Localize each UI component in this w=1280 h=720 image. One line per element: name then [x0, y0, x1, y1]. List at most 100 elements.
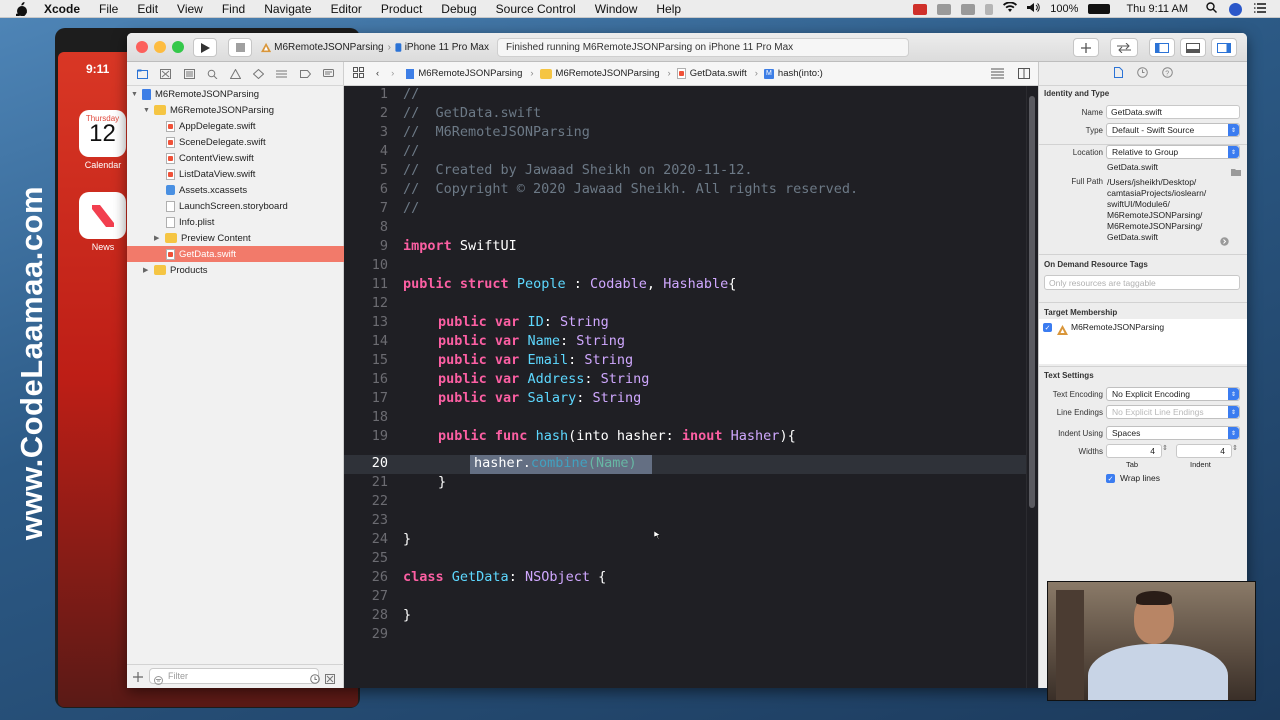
notification-center-icon[interactable]: [1254, 2, 1266, 16]
indent-width-stepper[interactable]: ⇕: [1232, 444, 1238, 452]
window-close-button[interactable]: [136, 41, 148, 53]
news-app-icon[interactable]: [79, 192, 126, 239]
line-endings-popup[interactable]: No Explicit Line Endings ⇕: [1106, 405, 1240, 419]
choose-location-folder-icon[interactable]: [1231, 163, 1241, 181]
scm-filter-icon[interactable]: [325, 671, 335, 688]
odr-tags-field[interactable]: Only resources are taggable: [1044, 275, 1240, 290]
toggle-navigator-button[interactable]: [1149, 38, 1175, 57]
tree-item-file[interactable]: SceneDelegate.swift: [127, 134, 344, 150]
menu-product[interactable]: Product: [381, 2, 422, 16]
menu-editor[interactable]: Editor: [331, 2, 362, 16]
disclosure-open-icon[interactable]: ▼: [131, 91, 140, 98]
menu-window[interactable]: Window: [595, 2, 638, 16]
tree-item-group[interactable]: ▶ Products: [127, 262, 344, 278]
breadcrumb-file[interactable]: GetData.swift: [676, 68, 747, 79]
test-navigator-icon[interactable]: [253, 68, 265, 79]
target-membership-checkbox[interactable]: ✓: [1043, 323, 1052, 332]
forward-arrow-icon[interactable]: ›: [391, 68, 394, 79]
menu-edit[interactable]: Edit: [137, 2, 158, 16]
name-field[interactable]: GetData.swift: [1106, 105, 1240, 119]
code-review-button[interactable]: [1110, 38, 1138, 57]
type-popup[interactable]: Default - Swift Source ⇕: [1106, 123, 1240, 137]
apple-icon[interactable]: [14, 1, 30, 16]
project-navigator-icon[interactable]: [137, 69, 149, 79]
dropbox-icon[interactable]: [937, 3, 952, 15]
volume-icon[interactable]: [1027, 2, 1040, 16]
menu-help[interactable]: Help: [656, 2, 681, 16]
tree-item-project[interactable]: ▼ M6RemoteJSONParsing: [127, 86, 344, 102]
stop-button[interactable]: [228, 38, 252, 57]
tree-item-file[interactable]: AppDelegate.swift: [127, 118, 344, 134]
disclosure-closed-icon[interactable]: ▶: [154, 234, 163, 242]
wifi-icon[interactable]: [1003, 1, 1018, 16]
symbol-navigator-icon[interactable]: [183, 68, 195, 79]
file-inspector-icon[interactable]: [1114, 65, 1123, 83]
disclosure-closed-icon[interactable]: ▶: [143, 266, 152, 274]
siri-icon[interactable]: [1229, 2, 1242, 16]
calendar-app-icon[interactable]: Thursday 12: [79, 110, 126, 157]
breadcrumb-label: hash(into:): [777, 68, 823, 79]
add-file-icon[interactable]: [133, 669, 143, 687]
run-button[interactable]: [193, 38, 217, 57]
tree-item-file[interactable]: ContentView.swift: [127, 150, 344, 166]
wrap-lines-checkbox[interactable]: ✓: [1106, 474, 1115, 483]
menu-app-name[interactable]: Xcode: [44, 2, 80, 16]
back-arrow-icon[interactable]: ‹: [376, 68, 379, 79]
code-line: //: [403, 200, 420, 216]
find-navigator-icon[interactable]: [207, 69, 218, 79]
recent-files-icon[interactable]: [310, 671, 320, 688]
library-button[interactable]: [1073, 38, 1099, 57]
window-zoom-button[interactable]: [172, 41, 184, 53]
tab-width-field[interactable]: 4: [1106, 444, 1162, 458]
history-inspector-icon[interactable]: [1137, 65, 1148, 83]
toggle-debug-area-button[interactable]: [1180, 38, 1206, 57]
split-editor-icon[interactable]: [1018, 68, 1030, 82]
quick-help-icon[interactable]: ?: [1162, 65, 1173, 83]
battery-percent[interactable]: 100%: [1050, 3, 1078, 15]
editor-scrollbar-thumb[interactable]: [1029, 96, 1035, 508]
window-minimize-button[interactable]: [154, 41, 166, 53]
spotlight-search-icon[interactable]: [1206, 2, 1217, 16]
text-encoding-popup[interactable]: No Explicit Encoding ⇕: [1106, 387, 1240, 401]
bluetooth-icon[interactable]: [985, 3, 994, 15]
scheme-name[interactable]: M6RemoteJSONParsing: [274, 42, 383, 53]
breakpoint-navigator-icon[interactable]: [299, 69, 311, 79]
device-name[interactable]: iPhone 11 Pro Max: [405, 42, 489, 53]
menu-debug[interactable]: Debug: [441, 2, 476, 16]
app-status-icon[interactable]: [961, 3, 976, 15]
tree-item-group[interactable]: ▼ M6RemoteJSONParsing: [127, 102, 344, 118]
toggle-inspector-button[interactable]: [1211, 38, 1237, 57]
issue-navigator-icon[interactable]: [229, 68, 241, 79]
tree-item-file[interactable]: ListDataView.swift: [127, 166, 344, 182]
editor-options-icon[interactable]: [991, 68, 1004, 82]
menu-find[interactable]: Find: [222, 2, 245, 16]
recording-icon[interactable]: [913, 3, 928, 15]
tree-item-file[interactable]: LaunchScreen.storyboard: [127, 198, 344, 214]
reveal-in-finder-icon[interactable]: [1220, 233, 1229, 251]
report-navigator-icon[interactable]: [322, 68, 334, 79]
menu-source-control[interactable]: Source Control: [496, 2, 576, 16]
source-control-navigator-icon[interactable]: [160, 68, 172, 79]
location-popup[interactable]: Relative to Group ⇕: [1106, 145, 1240, 159]
source-editor[interactable]: 1 2 3 4 5 6 7 8 9 10 11 12 13 14 15 16 1…: [344, 86, 1038, 688]
tab-width-stepper[interactable]: ⇕: [1162, 444, 1168, 452]
tree-item-file[interactable]: Info.plist: [127, 214, 344, 230]
menu-file[interactable]: File: [99, 2, 118, 16]
breadcrumb-symbol[interactable]: Mhash(into:): [763, 68, 823, 79]
code-line: public var Name: String: [438, 333, 625, 349]
navigator-filter-input[interactable]: Filter: [149, 668, 319, 684]
related-items-icon[interactable]: [353, 66, 364, 81]
menu-navigate[interactable]: Navigate: [264, 2, 311, 16]
indent-width-field[interactable]: 4: [1176, 444, 1232, 458]
tree-item-file-selected[interactable]: GetData.swift: [127, 246, 344, 262]
breadcrumb-project[interactable]: M6RemoteJSONParsing: [406, 68, 522, 79]
disclosure-open-icon[interactable]: ▼: [143, 107, 152, 114]
scheme-selector[interactable]: M6RemoteJSONParsing › iPhone 11 Pro Max: [261, 38, 489, 57]
tree-item-file[interactable]: Assets.xcassets: [127, 182, 344, 198]
menu-view[interactable]: View: [177, 2, 203, 16]
breadcrumb-group[interactable]: M6RemoteJSONParsing: [539, 68, 660, 79]
menubar-clock[interactable]: Thu 9:11 AM: [1126, 3, 1188, 15]
debug-navigator-icon[interactable]: [276, 69, 288, 79]
tree-item-group[interactable]: ▶ Preview Content: [127, 230, 344, 246]
indent-using-popup[interactable]: Spaces ⇕: [1106, 426, 1240, 440]
